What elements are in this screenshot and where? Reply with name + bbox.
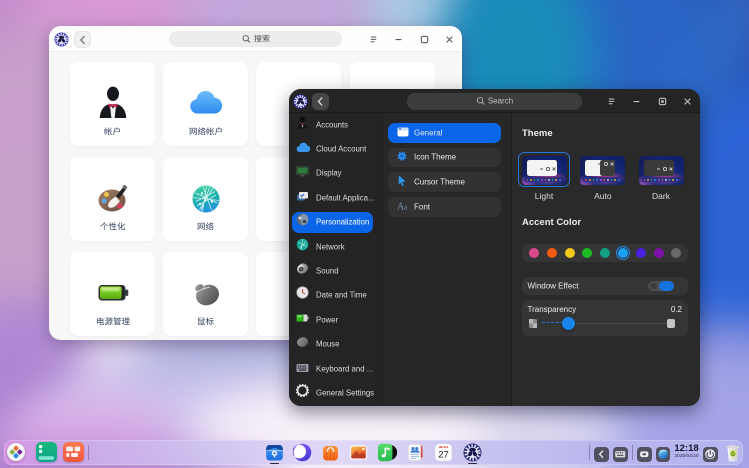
svg-text:27: 27	[439, 449, 450, 460]
svg-text:a: a	[404, 202, 408, 211]
